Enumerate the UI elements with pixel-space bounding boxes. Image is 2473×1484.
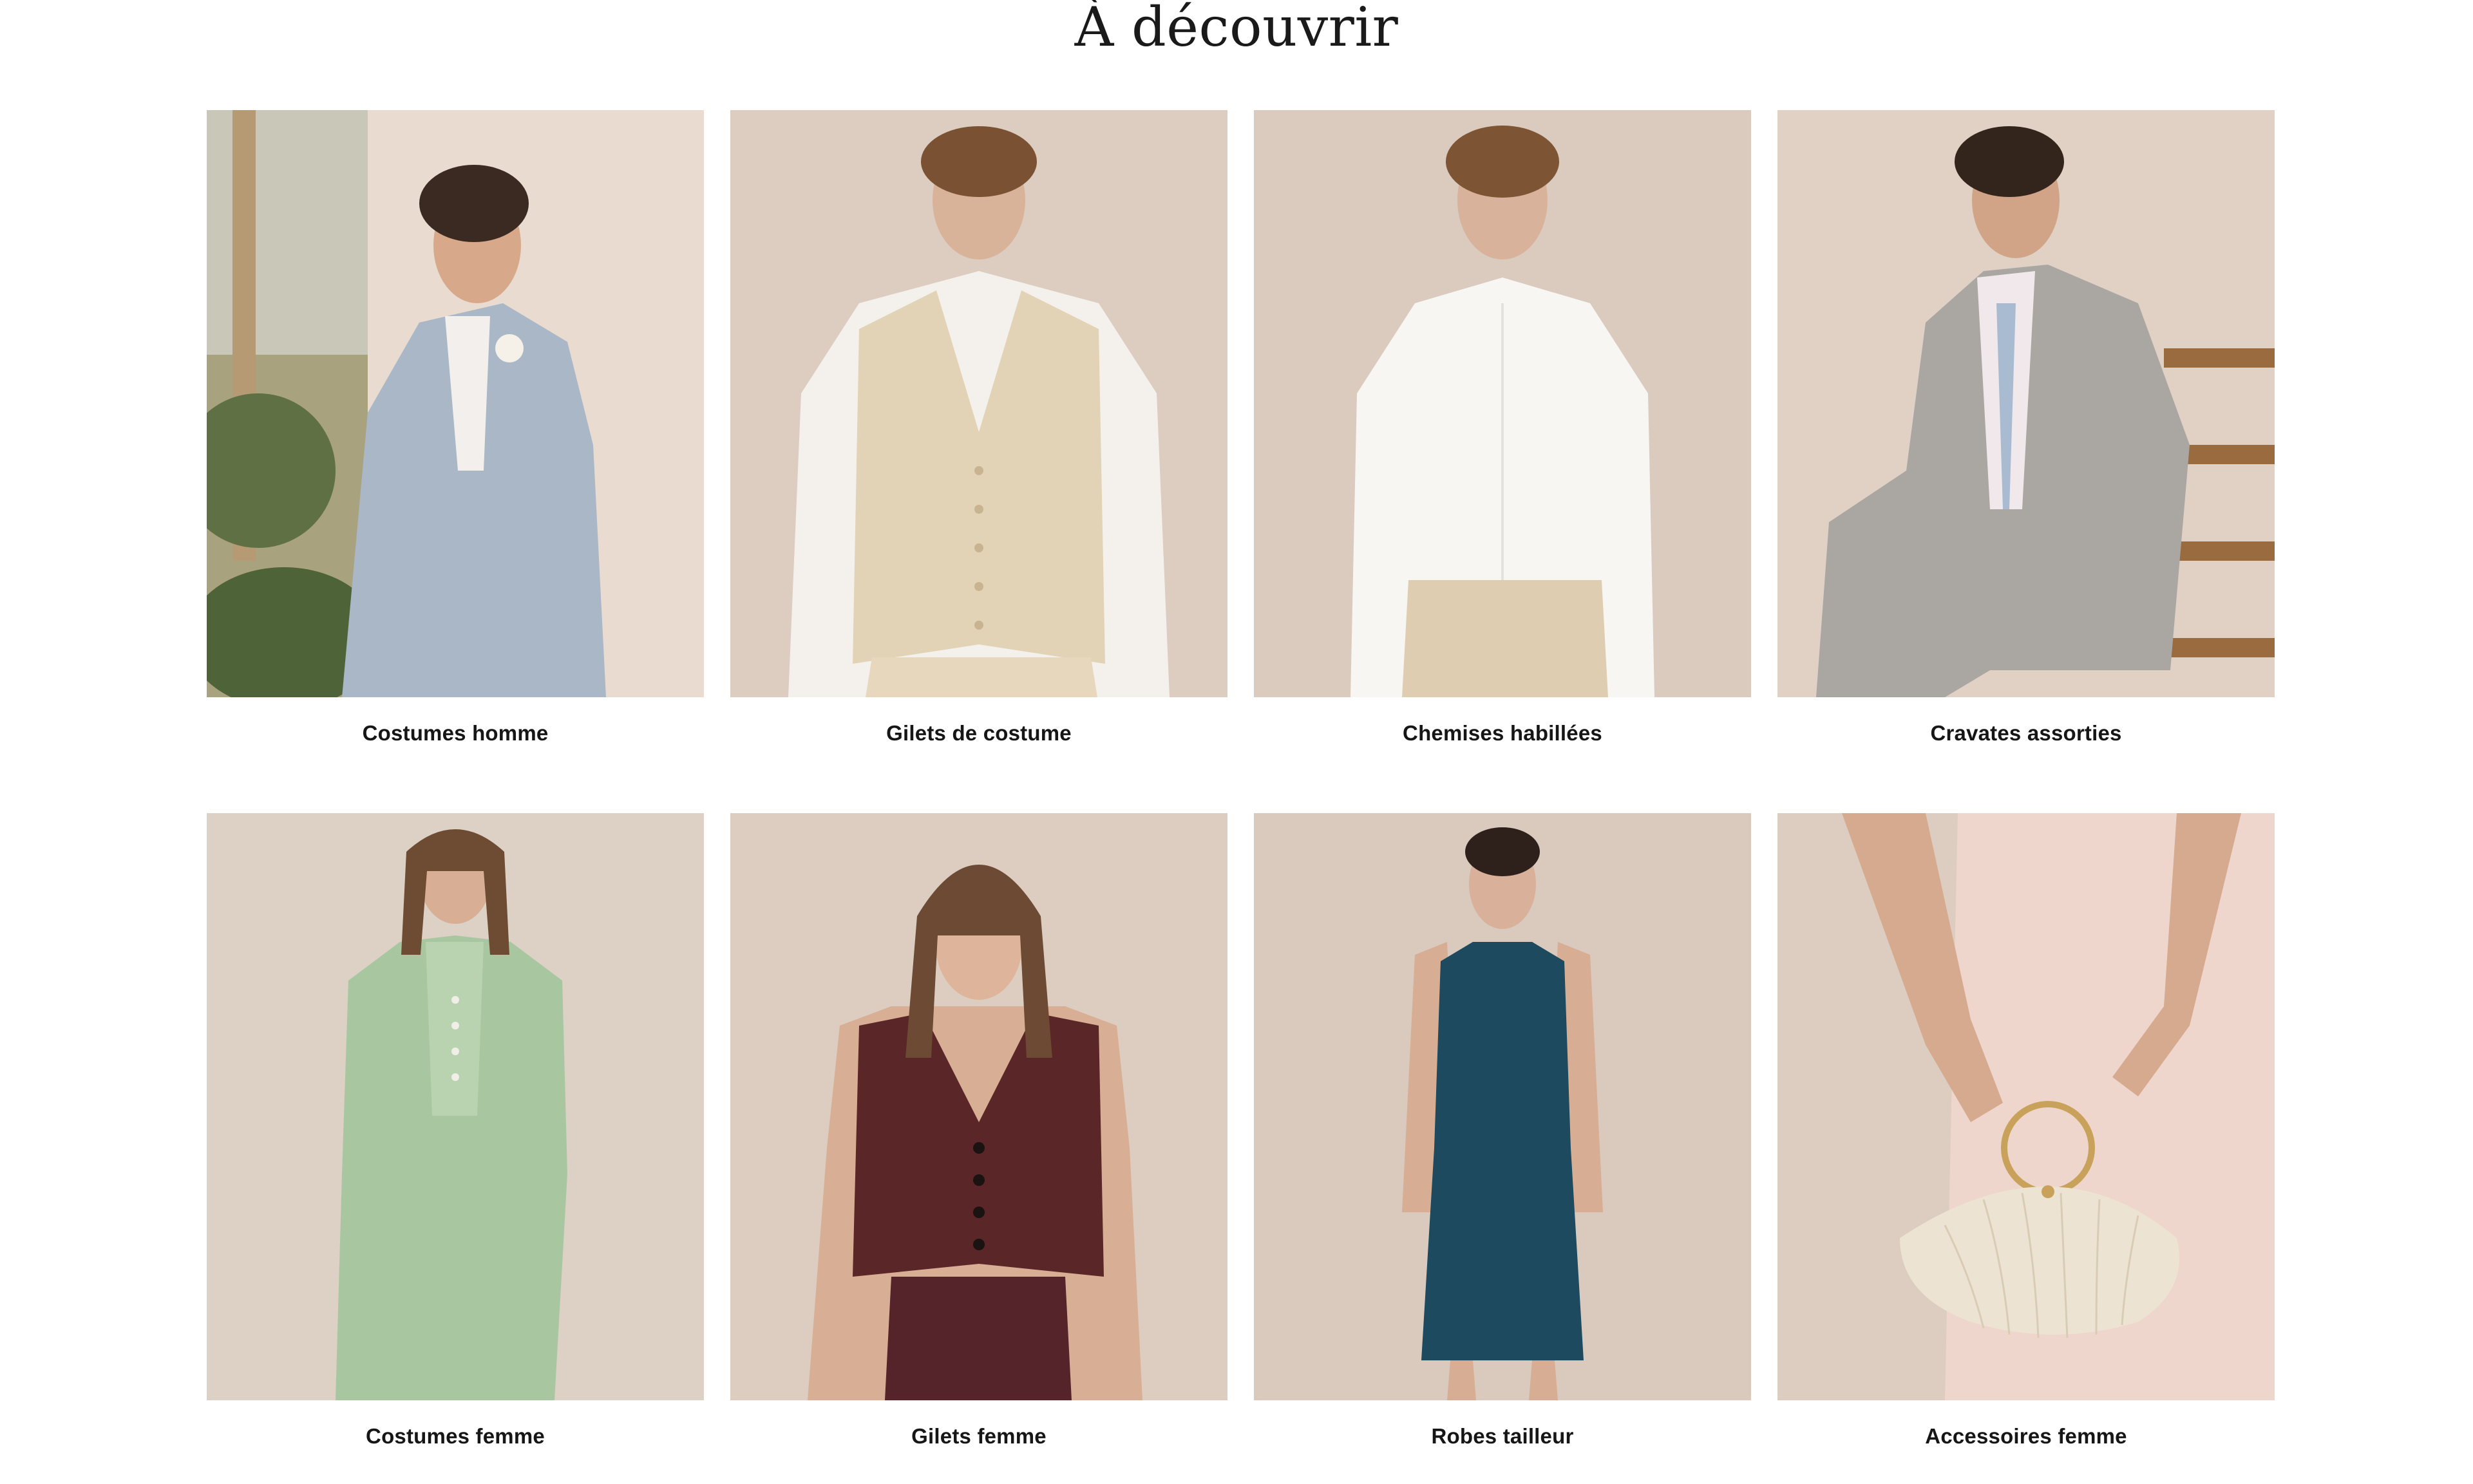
category-image[interactable] <box>1777 110 2275 697</box>
category-card-accessoires-femme[interactable]: Accessoires femme <box>1777 813 2275 1484</box>
category-label[interactable]: Costumes femme <box>207 1400 704 1484</box>
category-image[interactable] <box>730 813 1227 1400</box>
category-image[interactable] <box>1254 110 1751 697</box>
category-card-costumes-homme[interactable]: Costumes homme <box>207 110 704 781</box>
category-card-gilets-de-costume[interactable]: Gilets de costume <box>730 110 1227 781</box>
category-grid: Costumes homme Gilets de costume Chemise… <box>207 110 2275 1484</box>
category-label[interactable]: Gilets de costume <box>730 697 1227 781</box>
category-image[interactable] <box>1254 813 1751 1400</box>
category-image[interactable] <box>207 110 704 697</box>
category-label[interactable]: Robes tailleur <box>1254 1400 1751 1484</box>
category-card-costumes-femme[interactable]: Costumes femme <box>207 813 704 1484</box>
category-card-chemises-habillees[interactable]: Chemises habillées <box>1254 110 1751 781</box>
category-label[interactable]: Gilets femme <box>730 1400 1227 1484</box>
category-card-gilets-femme[interactable]: Gilets femme <box>730 813 1227 1484</box>
section-title: À découvrir <box>1074 0 1399 59</box>
category-label[interactable]: Cravates assorties <box>1777 697 2275 781</box>
category-card-cravates-assorties[interactable]: Cravates assorties <box>1777 110 2275 781</box>
category-label[interactable]: Accessoires femme <box>1777 1400 2275 1484</box>
category-image[interactable] <box>730 110 1227 697</box>
category-image[interactable] <box>207 813 704 1400</box>
category-card-robes-tailleur[interactable]: Robes tailleur <box>1254 813 1751 1484</box>
category-label[interactable]: Chemises habillées <box>1254 697 1751 781</box>
category-label[interactable]: Costumes homme <box>207 697 704 781</box>
category-image[interactable] <box>1777 813 2275 1400</box>
